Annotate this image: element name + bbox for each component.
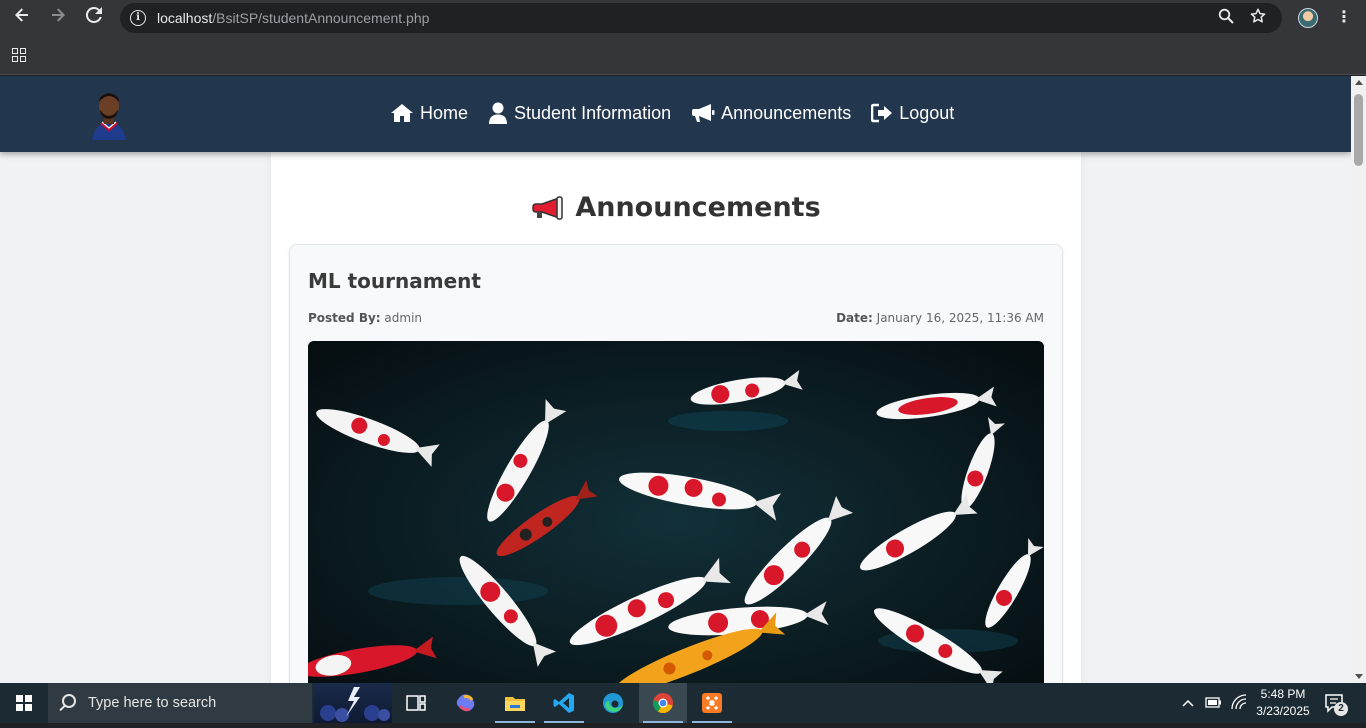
bookmark-star-icon[interactable]: [1248, 8, 1268, 28]
nav-logout-label: Logout: [899, 102, 955, 123]
date-label: Date:: [836, 311, 873, 325]
logout-icon: [871, 103, 893, 123]
menu-kebab-icon[interactable]: ⋮: [1336, 7, 1352, 26]
wifi-icon[interactable]: [1230, 683, 1248, 723]
content-card: Announcements ML tournament Posted By: a…: [271, 152, 1081, 683]
nav-student-information-label: Student Information: [514, 102, 672, 123]
user-icon: [489, 102, 508, 124]
nav-links: Home Student Information Announcements L…: [390, 100, 954, 126]
announcement-title: ML tournament: [308, 269, 481, 293]
vscode-app-icon[interactable]: [540, 683, 588, 723]
zoom-icon[interactable]: [1216, 8, 1236, 28]
page-title-text: Announcements: [575, 192, 821, 223]
announcement-image: [308, 341, 1044, 683]
windows-taskbar: Type here to search 5:48 PM 3/23/2025 2: [0, 683, 1366, 723]
show-hidden-icons-chevron-icon[interactable]: [1180, 683, 1196, 723]
announcement-card: ML tournament Posted By: admin Date: Jan…: [289, 244, 1063, 683]
page-title: Announcements: [271, 192, 1081, 223]
url-text[interactable]: localhost/BsitSP/studentAnnouncement.php: [157, 10, 429, 26]
date-value: January 16, 2025, 11:36 AM: [876, 311, 1044, 325]
page-viewport: Home Student Information Announcements L…: [0, 76, 1351, 683]
taskbar-search-box[interactable]: Type here to search: [48, 683, 312, 723]
battery-icon[interactable]: [1204, 683, 1222, 723]
page-scrollbar[interactable]: [1351, 76, 1366, 683]
address-bar[interactable]: i localhost/BsitSP/studentAnnouncement.p…: [120, 3, 1282, 33]
announcement-date: Date: January 16, 2025, 11:36 AM: [836, 311, 1044, 325]
scroll-up-arrow-icon[interactable]: [1355, 80, 1363, 85]
scroll-down-arrow-icon[interactable]: [1355, 674, 1363, 679]
xampp-app-icon[interactable]: [688, 683, 736, 723]
site-logo[interactable]: [86, 88, 132, 140]
home-icon: [391, 104, 413, 122]
clock-date: 3/23/2025: [1256, 704, 1310, 718]
bullhorn-icon: [692, 104, 715, 122]
search-highlight-widget[interactable]: [314, 683, 392, 723]
posted-by-label: Posted By:: [308, 311, 381, 325]
scroll-thumb[interactable]: [1354, 94, 1363, 166]
file-explorer-app-icon[interactable]: [491, 683, 539, 723]
posted-by-value: admin: [384, 311, 423, 325]
bookmarks-bar: [0, 36, 1366, 75]
chrome-app-icon[interactable]: [639, 683, 687, 723]
announcement-posted-by: Posted By: admin: [308, 311, 422, 325]
nav-announcements-label: Announcements: [721, 102, 852, 123]
nav-student-information-link[interactable]: Student Information: [488, 100, 671, 126]
search-icon: [62, 694, 76, 708]
search-placeholder: Type here to search: [88, 695, 217, 711]
copilot-app-icon[interactable]: [442, 683, 490, 723]
nav-home-label: Home: [420, 102, 469, 123]
site-navbar: Home Student Information Announcements L…: [0, 76, 1351, 152]
forward-arrow-icon[interactable]: [46, 6, 70, 30]
system-clock[interactable]: 5:48 PM 3/23/2025: [1248, 686, 1318, 720]
notification-count-badge: 2: [1334, 702, 1348, 716]
clock-time: 5:48 PM: [1260, 687, 1306, 701]
nav-announcements-link[interactable]: Announcements: [691, 100, 851, 126]
profile-avatar[interactable]: [1298, 8, 1318, 28]
edge-app-icon[interactable]: [589, 683, 637, 723]
reload-icon[interactable]: [82, 6, 106, 30]
nav-logout-link[interactable]: Logout: [871, 100, 954, 126]
megaphone-emoji-icon: [532, 195, 564, 220]
nav-home-link[interactable]: Home: [390, 100, 468, 126]
site-info-icon[interactable]: i: [130, 10, 146, 26]
task-view-button[interactable]: [392, 683, 440, 723]
apps-grid-icon[interactable]: [12, 48, 26, 62]
back-arrow-icon[interactable]: [10, 6, 34, 30]
start-button[interactable]: [0, 683, 48, 723]
windows-logo-icon: [16, 695, 32, 711]
browser-toolbar: i localhost/BsitSP/studentAnnouncement.p…: [0, 0, 1366, 36]
